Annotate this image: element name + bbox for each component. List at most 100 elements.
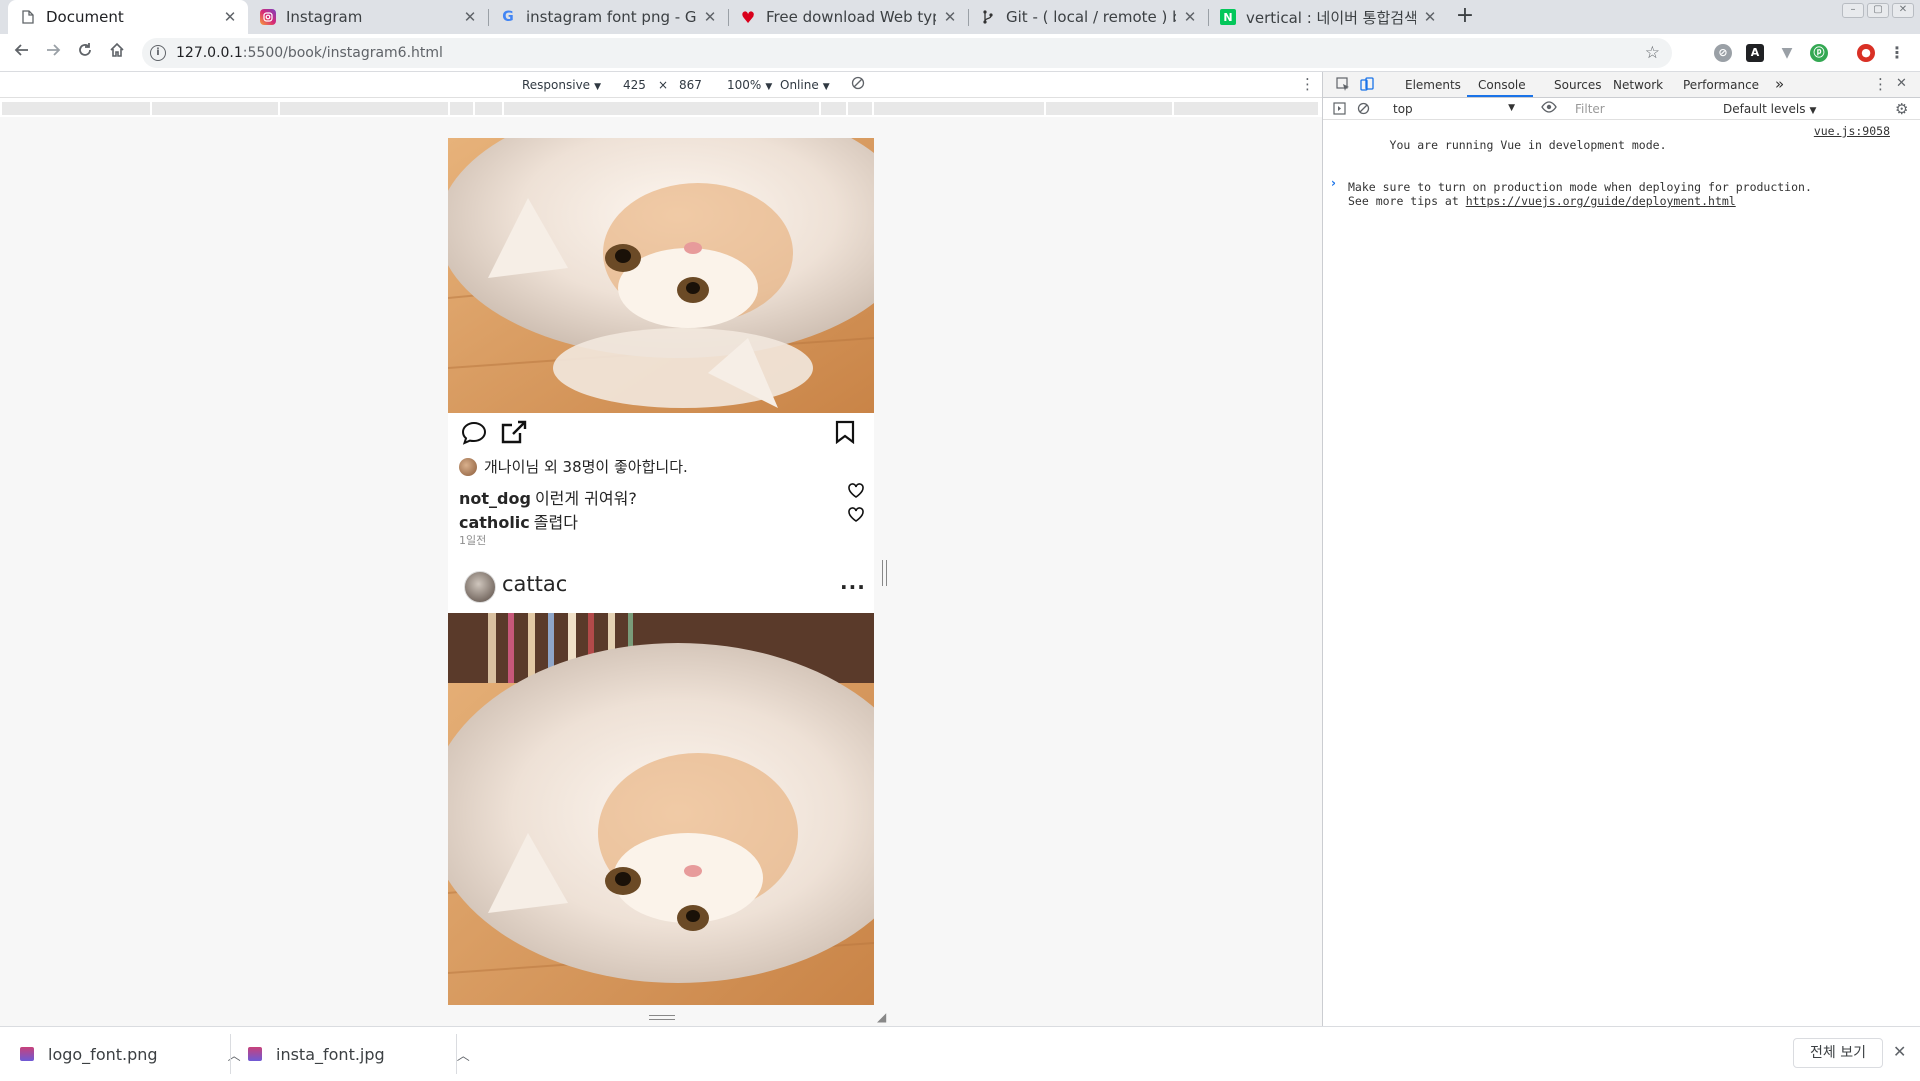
devtools-menu-icon[interactable]: ⋮ (1873, 75, 1888, 93)
profile-avatar[interactable]: ● (1857, 44, 1875, 62)
close-window-button[interactable]: ✕ (1892, 3, 1914, 18)
deployment-link[interactable]: https://vuejs.org/guide/deployment.html (1466, 194, 1736, 208)
url-text[interactable]: 127.0.0.1:5500/book/instagram6.html (176, 45, 443, 61)
info-icon[interactable]: i (150, 45, 166, 61)
resize-handle-right[interactable] (882, 560, 887, 586)
close-icon[interactable]: ✕ (942, 8, 958, 26)
new-tab-button[interactable]: + (1452, 4, 1478, 30)
close-devtools-icon[interactable]: ✕ (1896, 76, 1907, 91)
tab-document[interactable]: Document ✕ (8, 0, 248, 34)
post-photo[interactable] (448, 138, 874, 413)
media-query-segment[interactable] (2, 102, 152, 115)
download-filename: logo_font.png (48, 1044, 158, 1064)
device-toggle-icon[interactable] (1360, 77, 1374, 95)
caret-down-icon: ▼ (1809, 106, 1817, 116)
show-all-button[interactable]: 전체 보기 (1793, 1038, 1883, 1068)
levels-label: Default levels (1723, 102, 1806, 116)
bookmark-icon[interactable] (835, 420, 855, 448)
tab-web-typo[interactable]: ♥ Free download Web typo ✕ (728, 0, 968, 34)
close-icon[interactable]: ✕ (702, 8, 718, 26)
device-select[interactable]: Responsive ▼ (522, 78, 601, 92)
media-query-bar (0, 99, 1322, 117)
back-button[interactable] (10, 41, 34, 65)
heart-icon[interactable] (848, 507, 864, 526)
tab-elements[interactable]: Elements (1405, 78, 1461, 92)
eye-icon[interactable] (1541, 101, 1557, 116)
vue-extension-icon[interactable]: ▼ (1778, 44, 1796, 62)
tab-instagram[interactable]: Instagram ✕ (248, 0, 488, 34)
resize-corner-icon[interactable]: ◢ (877, 1010, 886, 1024)
url-path: :5500/book/instagram6.html (242, 45, 443, 61)
forward-button[interactable] (41, 41, 65, 65)
chevron-up-icon[interactable]: ︿ (457, 1045, 470, 1064)
document-icon (20, 9, 36, 25)
media-query-segment[interactable] (280, 102, 450, 115)
settings-gear-icon[interactable]: ⚙ (1895, 100, 1908, 118)
media-query-segment[interactable] (450, 102, 475, 115)
share-icon[interactable] (500, 419, 528, 449)
download-filename: insta_font.jpg (276, 1044, 385, 1064)
height-input[interactable]: 867 (679, 78, 702, 92)
zoom-select[interactable]: 100% ▼ (727, 78, 772, 92)
close-icon[interactable]: ✕ (1182, 8, 1198, 26)
tab-naver[interactable]: N vertical : 네이버 통합검색 ✕ (1208, 0, 1448, 34)
filter-input[interactable]: Filter (1575, 102, 1715, 118)
username[interactable]: cattac (502, 572, 567, 596)
context-select[interactable]: top ▼ (1391, 100, 1521, 117)
arrow-right-icon (47, 44, 61, 56)
heart-icon[interactable] (848, 483, 864, 502)
minimize-button[interactable]: – (1842, 3, 1864, 18)
comment-icon[interactable] (461, 421, 487, 449)
inspect-element-icon[interactable] (1336, 77, 1350, 95)
url-host: 127.0.0.1 (176, 45, 243, 61)
tab-network[interactable]: Network (1613, 78, 1663, 92)
width-input[interactable]: 425 (623, 78, 646, 92)
sidebar-toggle-icon[interactable] (1333, 102, 1346, 118)
tab-console[interactable]: Console (1478, 78, 1526, 92)
reload-button[interactable] (73, 41, 97, 65)
extension-icon[interactable]: ⊘ (1714, 44, 1732, 62)
bookmark-star-icon[interactable]: ☆ (1645, 43, 1660, 63)
resize-handle-bottom[interactable] (649, 1015, 675, 1020)
close-icon[interactable]: ✕ (1422, 8, 1438, 26)
more-options-button[interactable]: ... (840, 570, 866, 594)
rotate-icon[interactable] (851, 76, 865, 93)
console-line: Make sure to turn on production mode whe… (1348, 180, 1812, 194)
media-query-segment[interactable] (821, 102, 848, 115)
post-photo[interactable] (448, 613, 874, 1005)
download-item[interactable]: logo_font.png ︿ (20, 1027, 241, 1081)
home-button[interactable] (105, 41, 129, 65)
media-query-segment[interactable] (874, 102, 1046, 115)
comment-item: not_dog 이런게 귀여워? (459, 485, 637, 509)
source-link[interactable]: vue.js:9058 (1814, 124, 1890, 138)
maximize-button[interactable]: ▢ (1867, 3, 1889, 18)
media-query-segment[interactable] (504, 102, 821, 115)
media-query-segment[interactable] (1174, 102, 1320, 115)
naver-icon: N (1220, 9, 1236, 25)
user-avatar[interactable] (464, 571, 496, 603)
media-query-segment[interactable] (475, 102, 504, 115)
clear-console-icon[interactable] (1357, 102, 1370, 118)
tab-google-search[interactable]: G instagram font png - Goo ✕ (488, 0, 728, 34)
extension-green-icon[interactable]: ⓟ (1810, 44, 1828, 62)
media-query-segment[interactable] (1046, 102, 1174, 115)
console-prompt[interactable]: › (1331, 176, 1336, 190)
more-options-icon[interactable]: ⋮ (1300, 75, 1315, 93)
address-bar[interactable]: i 127.0.0.1:5500/book/instagram6.html ☆ (142, 38, 1672, 68)
comment-username[interactable]: not_dog (459, 489, 531, 508)
tab-git[interactable]: Git - ( local / remote ) bra ✕ (968, 0, 1208, 34)
network-select[interactable]: Online ▼ (780, 78, 830, 92)
media-query-segment[interactable] (848, 102, 874, 115)
close-icon[interactable]: ✕ (222, 8, 238, 26)
menu-kebab-icon[interactable]: ⋮ (1888, 44, 1906, 62)
comment-username[interactable]: catholic (459, 513, 530, 532)
close-icon[interactable]: ✕ (462, 8, 478, 26)
download-item[interactable]: insta_font.jpg ︿ (248, 1027, 470, 1081)
extension-a-icon[interactable]: A (1746, 44, 1764, 62)
media-query-segment[interactable] (152, 102, 280, 115)
tab-performance[interactable]: Performance (1683, 78, 1759, 92)
tab-sources[interactable]: Sources (1554, 78, 1601, 92)
levels-select[interactable]: Default levels ▼ (1723, 102, 1816, 116)
close-shelf-icon[interactable]: ✕ (1893, 1042, 1906, 1061)
more-tabs-button[interactable]: » (1775, 75, 1784, 93)
